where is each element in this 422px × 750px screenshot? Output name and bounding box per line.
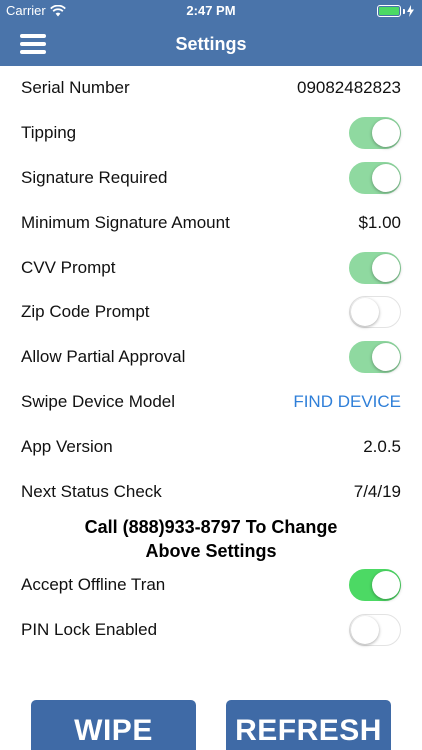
row-tipping: Tipping [0, 111, 422, 156]
min-signature-amount-label: Minimum Signature Amount [21, 212, 230, 232]
row-min-signature-amount: Minimum Signature Amount $1.00 [0, 200, 422, 245]
zip-code-prompt-toggle[interactable] [349, 296, 401, 329]
signature-required-label: Signature Required [21, 167, 168, 187]
refresh-button[interactable]: REFRESH [226, 700, 391, 750]
support-notice-line-2: Above Settings [145, 541, 277, 561]
navigation-bar: Settings [0, 22, 422, 66]
row-pin-lock-enabled: PIN Lock Enabled [0, 608, 422, 653]
zip-code-prompt-label: Zip Code Prompt [21, 302, 150, 322]
app-version-label: App Version [21, 436, 113, 456]
tipping-label: Tipping [21, 123, 77, 143]
support-notice-line-1: Call (888)933-8797 To Change [84, 517, 338, 537]
row-zip-code-prompt: Zip Code Prompt [0, 290, 422, 335]
allow-partial-approval-label: Allow Partial Approval [21, 347, 186, 367]
local-settings-list: Accept Offline Tran PIN Lock Enabled [0, 563, 422, 653]
battery-indicator [377, 5, 414, 17]
next-status-check-label: Next Status Check [21, 481, 162, 501]
accept-offline-tran-toggle[interactable] [349, 569, 401, 602]
serial-number-label: Serial Number [21, 78, 130, 98]
row-accept-offline-tran: Accept Offline Tran [0, 563, 422, 608]
allow-partial-approval-toggle[interactable] [349, 341, 401, 374]
support-notice: Call (888)933-8797 To Change Above Setti… [0, 515, 422, 563]
pin-lock-enabled-toggle[interactable] [349, 614, 401, 647]
accept-offline-tran-label: Accept Offline Tran [21, 575, 166, 595]
settings-list: Serial Number 09082482823 Tipping Signat… [0, 66, 422, 514]
min-signature-amount-value: $1.00 [358, 212, 401, 232]
pin-lock-enabled-label: PIN Lock Enabled [21, 620, 158, 640]
cvv-prompt-label: CVV Prompt [21, 257, 116, 277]
serial-number-value: 09082482823 [296, 78, 401, 98]
charging-bolt-icon [407, 5, 414, 17]
battery-icon [377, 5, 401, 17]
row-signature-required: Signature Required [0, 156, 422, 201]
next-status-check-value: 7/4/19 [353, 481, 401, 501]
row-app-version: App Version 2.0.5 [0, 424, 422, 469]
row-next-status-check: Next Status Check 7/4/19 [0, 469, 422, 514]
app-version-value: 2.0.5 [363, 436, 401, 456]
page-title: Settings [175, 34, 247, 54]
find-device-link[interactable]: FIND DEVICE [293, 392, 401, 412]
wipe-button[interactable]: WIPE [31, 700, 196, 750]
row-allow-partial-approval: Allow Partial Approval [0, 335, 422, 380]
status-bar: Carrier 2:47 PM [0, 0, 422, 22]
clock: 2:47 PM [186, 3, 236, 18]
row-swipe-device-model: Swipe Device Model FIND DEVICE [0, 380, 422, 425]
tipping-toggle[interactable] [349, 117, 401, 150]
row-serial-number: Serial Number 09082482823 [0, 66, 422, 111]
row-cvv-prompt: CVV Prompt [0, 245, 422, 290]
signature-required-toggle[interactable] [349, 161, 401, 194]
swipe-device-model-label: Swipe Device Model [21, 391, 176, 411]
cvv-prompt-toggle[interactable] [349, 251, 401, 284]
